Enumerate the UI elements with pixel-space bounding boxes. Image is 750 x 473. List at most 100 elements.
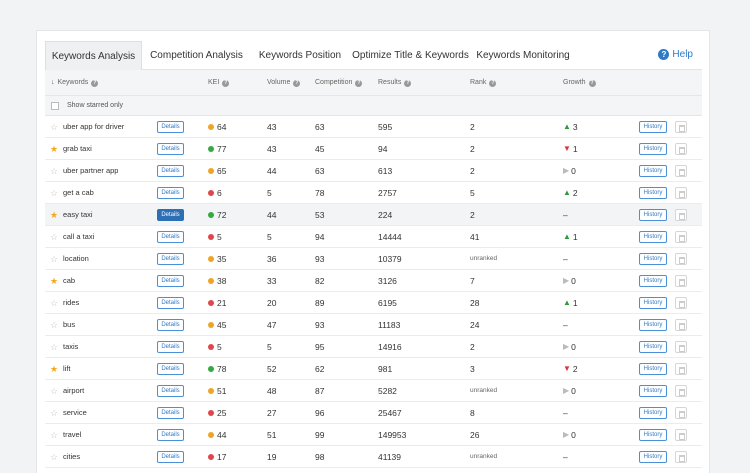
details-button[interactable]: Details	[157, 385, 184, 397]
history-button[interactable]: History	[639, 231, 667, 243]
rank-cell: unranked	[470, 387, 498, 394]
tab-keywords-analysis[interactable]: Keywords Analysis	[45, 41, 142, 70]
star-icon[interactable]: ☆	[50, 336, 58, 358]
trash-icon[interactable]	[675, 407, 687, 419]
details-button[interactable]: Details	[157, 451, 184, 463]
star-icon[interactable]: ★	[50, 358, 58, 380]
history-button[interactable]: History	[639, 451, 667, 463]
details-button[interactable]: Details	[157, 363, 184, 375]
details-button[interactable]: Details	[157, 429, 184, 441]
kei-cell: 45	[208, 314, 226, 336]
trash-icon[interactable]	[675, 275, 687, 287]
details-button[interactable]: Details	[157, 297, 184, 309]
history-button[interactable]: History	[639, 209, 667, 221]
competition-cell: 89	[315, 298, 325, 308]
history-button[interactable]: History	[639, 275, 667, 287]
competition-cell: 99	[315, 430, 325, 440]
history-button[interactable]: History	[639, 385, 667, 397]
history-button[interactable]: History	[639, 165, 667, 177]
star-icon[interactable]: ☆	[50, 402, 58, 424]
trash-icon[interactable]	[675, 253, 687, 265]
history-button[interactable]: History	[639, 143, 667, 155]
details-button[interactable]: Details	[157, 121, 184, 133]
star-icon[interactable]: ★	[50, 270, 58, 292]
rank-cell: 2	[470, 342, 475, 352]
trash-icon[interactable]	[675, 209, 687, 221]
column-volume[interactable]: Volume ?	[267, 70, 301, 96]
tab-optimize-title-keywords[interactable]: Optimize Title & Keywords	[352, 41, 469, 70]
history-button[interactable]: History	[639, 187, 667, 199]
trash-icon[interactable]	[675, 319, 687, 331]
trash-icon[interactable]	[675, 429, 687, 441]
details-button[interactable]: Details	[157, 253, 184, 265]
history-button[interactable]: History	[639, 429, 667, 441]
star-icon[interactable]: ☆	[50, 226, 58, 248]
star-icon[interactable]: ★	[50, 204, 58, 226]
trash-icon[interactable]	[675, 187, 687, 199]
kei-cell: 65	[208, 160, 226, 182]
keyword-text: cab	[63, 276, 76, 285]
history-button[interactable]: History	[639, 297, 667, 309]
kei-dot-icon	[208, 366, 214, 372]
star-icon[interactable]: ☆	[50, 380, 58, 402]
volume-cell: 44	[267, 210, 277, 220]
column-keywords[interactable]: ↓ Keywords ?	[51, 70, 99, 96]
trash-icon[interactable]	[675, 143, 687, 155]
details-button[interactable]: Details	[157, 209, 184, 221]
trash-icon[interactable]	[675, 231, 687, 243]
details-button[interactable]: Details	[157, 275, 184, 287]
details-button[interactable]: Details	[157, 165, 184, 177]
details-button[interactable]: Details	[157, 407, 184, 419]
keyword-table-body: ☆ uber app for driver Details 64 43 63 595 2 ▲ 3 H…	[45, 116, 702, 468]
table-row: ★ grab taxi Details 77 43 45 94 2 ▼ 1 History	[45, 138, 702, 160]
column-rank[interactable]: Rank ?	[470, 70, 497, 96]
details-button[interactable]: Details	[157, 341, 184, 353]
history-button[interactable]: History	[639, 121, 667, 133]
growth-cell: ▶ 0	[563, 160, 576, 182]
star-icon[interactable]: ☆	[50, 314, 58, 336]
star-icon[interactable]: ☆	[50, 248, 58, 270]
competition-cell: 53	[315, 210, 325, 220]
details-button[interactable]: Details	[157, 187, 184, 199]
help-link[interactable]: ? Help	[658, 49, 693, 60]
history-button[interactable]: History	[639, 253, 667, 265]
kei-cell: 38	[208, 270, 226, 292]
kei-cell: 77	[208, 138, 226, 160]
star-icon[interactable]: ☆	[50, 424, 58, 446]
column-growth[interactable]: Growth ?	[563, 70, 596, 96]
star-icon[interactable]: ☆	[50, 182, 58, 204]
column-kei[interactable]: KEI ?	[208, 70, 230, 96]
history-button[interactable]: History	[639, 341, 667, 353]
details-button[interactable]: Details	[157, 319, 184, 331]
star-icon[interactable]: ☆	[50, 160, 58, 182]
volume-cell: 43	[267, 122, 277, 132]
history-button[interactable]: History	[639, 319, 667, 331]
question-circle-icon: ?	[355, 79, 363, 87]
kei-dot-icon	[208, 256, 214, 262]
results-cell: 2757	[378, 188, 397, 198]
star-icon[interactable]: ☆	[50, 116, 58, 138]
details-button[interactable]: Details	[157, 231, 184, 243]
arrow-right-icon: ▶	[563, 342, 570, 351]
details-button[interactable]: Details	[157, 143, 184, 155]
kei-dot-icon	[208, 432, 214, 438]
show-starred-checkbox[interactable]	[51, 101, 59, 110]
trash-icon[interactable]	[675, 165, 687, 177]
star-icon[interactable]: ★	[50, 138, 58, 160]
history-button[interactable]: History	[639, 363, 667, 375]
trash-icon[interactable]	[675, 363, 687, 375]
star-icon[interactable]: ☆	[50, 292, 58, 314]
trash-icon[interactable]	[675, 297, 687, 309]
star-icon[interactable]: ☆	[50, 446, 58, 468]
column-results[interactable]: Results ?	[378, 70, 412, 96]
tab-competition-analysis[interactable]: Competition Analysis	[145, 41, 248, 70]
tab-keywords-position[interactable]: Keywords Position	[252, 41, 348, 70]
tab-keywords-monitoring[interactable]: Keywords Monitoring	[473, 41, 573, 70]
trash-icon[interactable]	[675, 451, 687, 463]
trash-icon[interactable]	[675, 341, 687, 353]
column-competition[interactable]: Competition ?	[315, 70, 363, 96]
volume-cell: 51	[267, 430, 277, 440]
trash-icon[interactable]	[675, 121, 687, 133]
history-button[interactable]: History	[639, 407, 667, 419]
trash-icon[interactable]	[675, 385, 687, 397]
